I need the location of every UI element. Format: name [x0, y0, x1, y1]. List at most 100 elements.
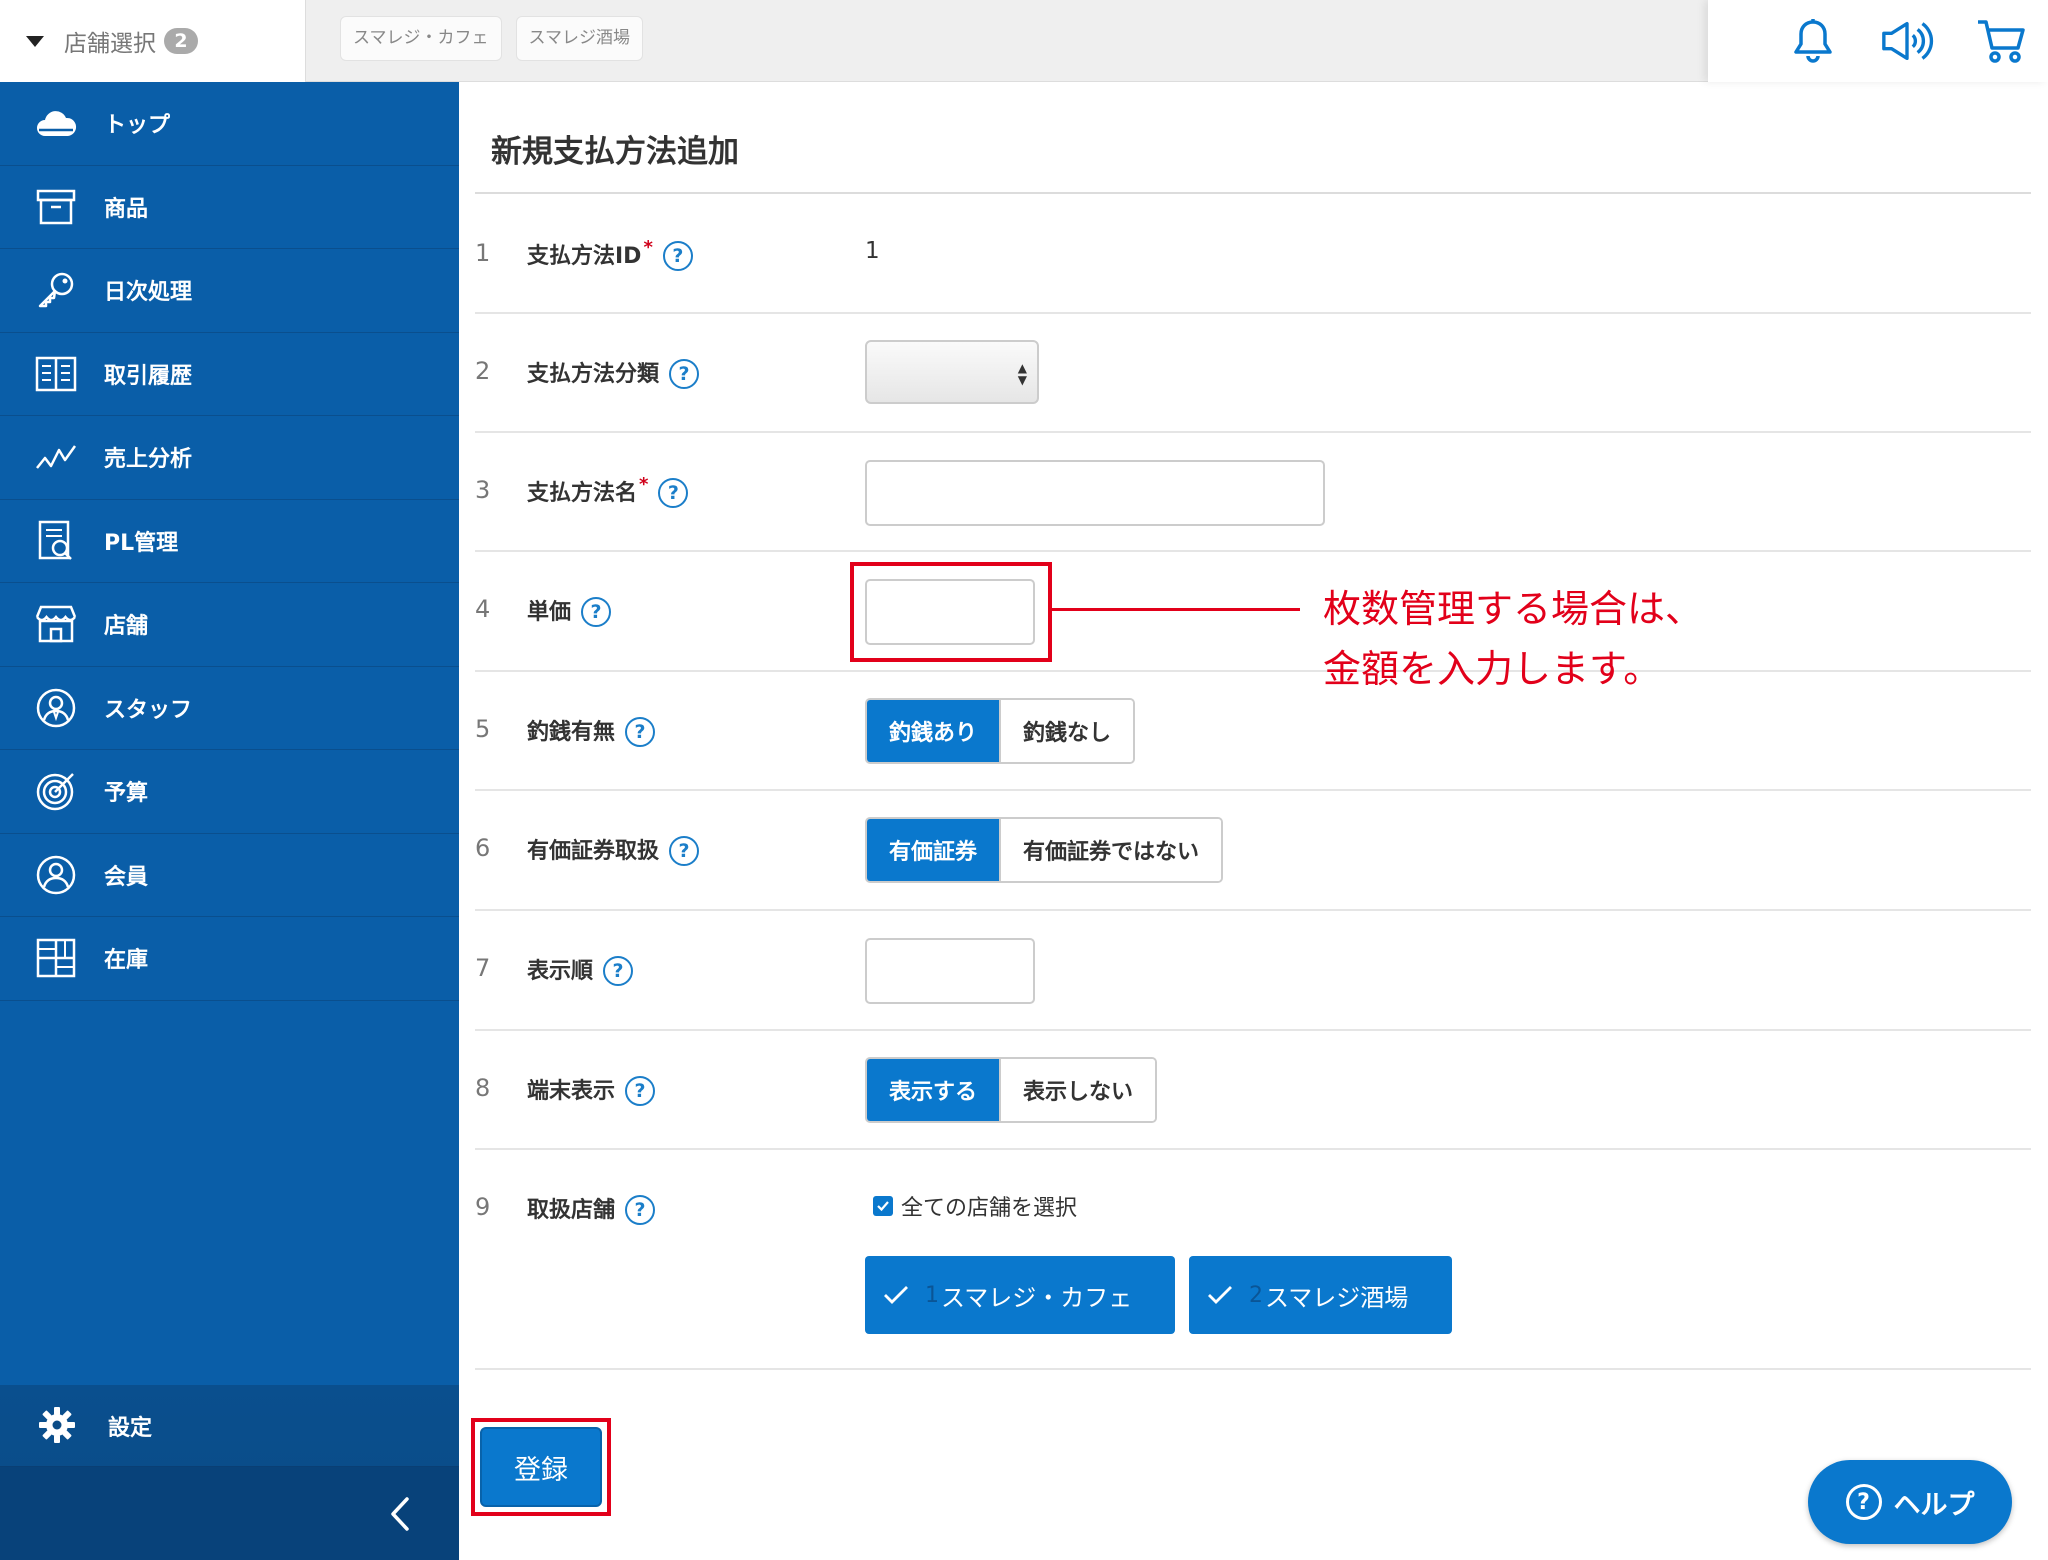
- ledger-icon: [34, 352, 78, 396]
- megaphone-icon[interactable]: [1880, 14, 1934, 68]
- store-chip[interactable]: スマレジ・カフェ: [340, 16, 502, 61]
- sidebar-item-pl[interactable]: PL管理: [0, 500, 459, 583]
- help-icon[interactable]: ?: [669, 359, 700, 389]
- staff-icon: [34, 686, 78, 730]
- row-number: 8: [475, 1074, 491, 1102]
- field-label: 釣銭有無?: [527, 714, 656, 747]
- field-label: 端末表示?: [527, 1073, 656, 1106]
- display-yes-option[interactable]: 表示する: [867, 1059, 1000, 1121]
- payment-name-input[interactable]: [865, 460, 1325, 526]
- form-row-display-order: 7 表示順?: [475, 911, 2031, 1031]
- select-all-stores[interactable]: 全ての店舗を選択: [873, 1190, 1452, 1222]
- store-toggle-cafe[interactable]: 1 スマレジ・カフェ: [865, 1256, 1175, 1334]
- check-icon: [1208, 1286, 1232, 1304]
- sidebar-item-daily[interactable]: 日次処理: [0, 249, 459, 333]
- caret-down-icon: [26, 35, 44, 47]
- selected-store-chips: スマレジ・カフェ スマレジ酒場: [340, 16, 643, 61]
- row-number: 3: [475, 476, 491, 504]
- sidebar-item-label: 取引履歴: [104, 363, 193, 389]
- checkbox-checked[interactable]: [873, 1196, 893, 1216]
- securities-toggle: 有価証券 有価証券ではない: [865, 817, 1224, 883]
- terminal-display-toggle: 表示する 表示しない: [865, 1057, 1158, 1123]
- row-number: 9: [475, 1193, 491, 1221]
- store-toggle-bar[interactable]: 2 スマレジ酒場: [1189, 1256, 1452, 1334]
- select-all-label: 全ての店舗を選択: [901, 1196, 1078, 1221]
- field-label: 支払方法名 *?: [527, 473, 689, 508]
- sidebar-item-transactions[interactable]: 取引履歴: [0, 333, 459, 416]
- cart-icon[interactable]: [1974, 14, 2028, 68]
- sidebar-item-members[interactable]: 会員: [0, 834, 459, 917]
- sidebar-item-label: トップ: [104, 113, 171, 139]
- sidebar-item-label: PL管理: [104, 530, 179, 556]
- cloud-icon: [34, 101, 78, 145]
- sidebar-item-stores[interactable]: 店舗: [0, 583, 459, 667]
- field-label: 支払方法分類?: [527, 356, 700, 389]
- sidebar-item-budget[interactable]: 予算: [0, 750, 459, 834]
- help-icon[interactable]: ?: [662, 241, 693, 271]
- row-number: 1: [475, 239, 491, 267]
- report-icon: [34, 519, 78, 563]
- change-no-option[interactable]: 釣銭なし: [999, 700, 1134, 762]
- help-icon[interactable]: ?: [603, 956, 634, 986]
- help-icon[interactable]: ?: [625, 1076, 656, 1106]
- row-number: 2: [475, 357, 491, 385]
- field-label: 取扱店舗?: [527, 1192, 656, 1225]
- store-name: スマレジ・カフェ: [941, 1283, 1133, 1312]
- store-id: 2: [1249, 1282, 1263, 1308]
- field-label-text: 単価: [527, 600, 572, 625]
- help-icon[interactable]: ?: [581, 597, 612, 627]
- annotation-line: 枚数管理する場合は、: [1323, 587, 1704, 631]
- form-row-unit-price: 4 単価?: [475, 552, 2031, 672]
- sidebar: トップ 商品 日次処理 取引履歴 売上分析 PL管理 店舗 スタッフ 予算 会員…: [0, 82, 459, 1560]
- question-icon: ?: [1845, 1484, 1882, 1520]
- chart-line-icon: [34, 435, 78, 479]
- help-icon[interactable]: ?: [625, 717, 656, 747]
- field-label-text: 取扱店舗: [527, 1198, 616, 1223]
- help-icon[interactable]: ?: [625, 1195, 656, 1225]
- bell-icon[interactable]: [1786, 14, 1840, 68]
- register-button[interactable]: 登録: [480, 1427, 602, 1507]
- securities-no-option[interactable]: 有価証券ではない: [999, 819, 1222, 881]
- sidebar-item-inventory[interactable]: 在庫: [0, 917, 459, 1001]
- sidebar-item-top[interactable]: トップ: [0, 82, 459, 166]
- store-toggle-group: 1 スマレジ・カフェ 2 スマレジ酒場: [865, 1256, 1452, 1334]
- store-select-dropdown[interactable]: 店舗選択 2: [0, 0, 306, 82]
- sidebar-item-products[interactable]: 商品: [0, 166, 459, 249]
- chevron-left-icon: [391, 1496, 409, 1531]
- securities-yes-option[interactable]: 有価証券: [867, 819, 1000, 881]
- sidebar-item-label: 予算: [104, 781, 149, 807]
- member-icon: [34, 853, 78, 897]
- main-content: 新規支払方法追加 1 支払方法ID *? 1 2 支払方法分類? ▲ ▼ 3 支払方…: [459, 82, 2048, 1560]
- page-title: 新規支払方法追加: [491, 134, 739, 170]
- help-button[interactable]: ? ヘルプ: [1808, 1460, 2012, 1544]
- store-name: スマレジ酒場: [1265, 1283, 1409, 1312]
- row-number: 7: [475, 954, 491, 982]
- required-mark: *: [639, 473, 649, 495]
- row-number: 4: [475, 595, 491, 623]
- top-icon-group: [1708, 0, 2048, 82]
- top-bar: 店舗選択 2 スマレジ・カフェ スマレジ酒場: [0, 0, 2048, 82]
- field-label-text: 有価証券取扱: [527, 839, 660, 864]
- display-order-input[interactable]: [865, 938, 1035, 1004]
- payment-category-select[interactable]: ▲ ▼: [865, 340, 1039, 404]
- help-icon[interactable]: ?: [669, 836, 700, 866]
- store-count-badge: 2: [164, 28, 198, 54]
- sidebar-item-staff[interactable]: スタッフ: [0, 667, 459, 750]
- help-icon[interactable]: ?: [658, 478, 689, 508]
- sidebar-collapse-button[interactable]: [0, 1467, 459, 1560]
- sidebar-item-settings[interactable]: 設定: [0, 1385, 459, 1467]
- annotation-line: 金額を入力します。: [1323, 647, 1662, 691]
- sidebar-item-label: 設定: [108, 1415, 153, 1441]
- field-label: 有価証券取扱?: [527, 833, 700, 866]
- field-label-text: 支払方法分類: [527, 362, 660, 387]
- field-label: 単価?: [527, 594, 612, 627]
- change-toggle: 釣銭あり 釣銭なし: [865, 698, 1136, 764]
- display-no-option[interactable]: 表示しない: [999, 1059, 1156, 1121]
- sidebar-item-sales-analysis[interactable]: 売上分析: [0, 416, 459, 500]
- gear-icon: [38, 1406, 78, 1446]
- change-yes-option[interactable]: 釣銭あり: [867, 700, 1000, 762]
- store-chip[interactable]: スマレジ酒場: [515, 16, 643, 61]
- required-mark: *: [643, 236, 653, 258]
- form-row-payment-id: 1 支払方法ID *? 1: [475, 194, 2031, 314]
- check-icon: [884, 1286, 908, 1304]
